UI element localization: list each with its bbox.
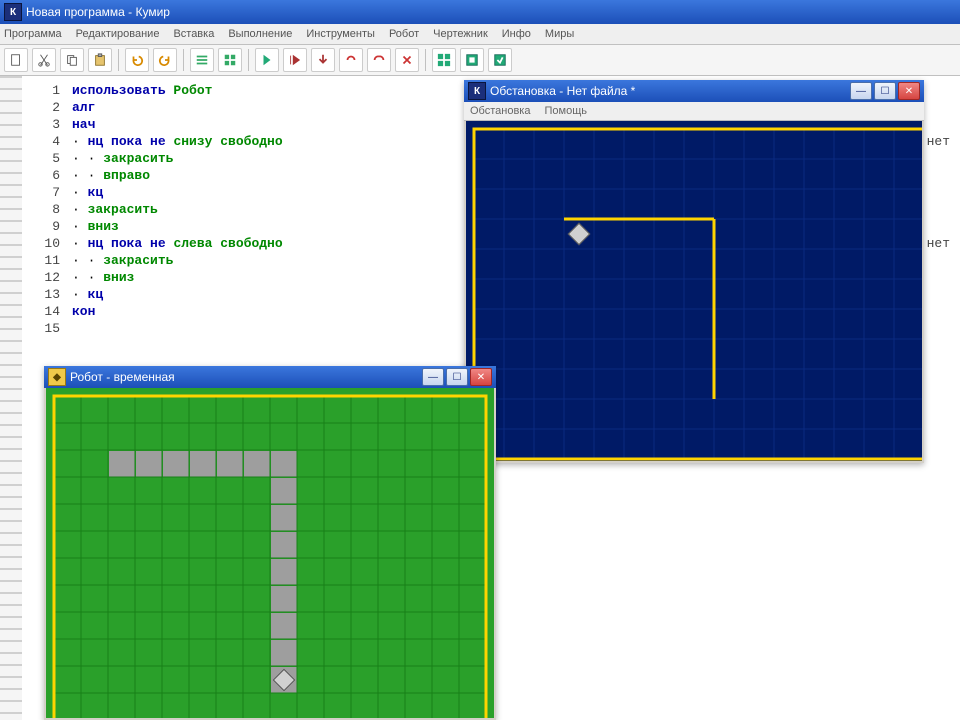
toolbar-separator [248, 49, 249, 71]
menu-item[interactable]: Редактирование [76, 28, 160, 40]
environment-window[interactable]: К Обстановка - Нет файла * — ☐ ✕ Обстано… [464, 80, 924, 463]
robot-canvas[interactable] [44, 388, 496, 720]
step-button[interactable] [283, 48, 307, 72]
main-area: 123456789101112131415 использовать Робот… [0, 76, 960, 720]
toolbar-separator [118, 49, 119, 71]
menu-item[interactable]: Выполнение [228, 28, 292, 40]
line-gutter: 123456789101112131415 [22, 82, 66, 337]
robot-grid-button[interactable] [432, 48, 456, 72]
stop-button[interactable] [395, 48, 419, 72]
main-titlebar: К Новая программа - Кумир [0, 0, 960, 24]
menu-item[interactable]: Вставка [173, 28, 214, 40]
undo-button[interactable] [125, 48, 149, 72]
minimize-button[interactable]: — [850, 82, 872, 100]
toolbar-separator [183, 49, 184, 71]
close-button[interactable]: ✕ [898, 82, 920, 100]
cut-button[interactable] [32, 48, 56, 72]
tool-btn[interactable] [218, 48, 242, 72]
paste-button[interactable] [88, 48, 112, 72]
margin-area: нетнет [927, 82, 950, 337]
env-title: Обстановка - Нет файла * [490, 84, 635, 98]
minimize-button[interactable]: — [422, 368, 444, 386]
step-into-button[interactable] [311, 48, 335, 72]
robot-app-icon: ◆ [48, 368, 66, 386]
robot-window[interactable]: ◆ Робот - временная — ☐ ✕ [44, 366, 496, 720]
main-menubar: Программа Редактирование Вставка Выполнение… [0, 24, 960, 45]
env-app-icon: К [468, 82, 486, 100]
robot-save-button[interactable] [488, 48, 512, 72]
robot-title: Робот - временная [70, 370, 175, 384]
run-button[interactable] [255, 48, 279, 72]
menu-item[interactable]: Чертежник [433, 28, 488, 40]
robot-open-button[interactable] [460, 48, 484, 72]
env-titlebar[interactable]: К Обстановка - Нет файла * — ☐ ✕ [464, 80, 924, 102]
pause-button[interactable] [367, 48, 391, 72]
main-toolbar [0, 45, 960, 76]
menu-item[interactable]: Инфо [502, 28, 531, 40]
menu-item[interactable]: Помощь [544, 105, 587, 117]
robot-titlebar[interactable]: ◆ Робот - временная — ☐ ✕ [44, 366, 496, 388]
menu-item[interactable]: Инструменты [306, 28, 375, 40]
main-title: Новая программа - Кумир [26, 5, 170, 19]
menu-item[interactable]: Обстановка [470, 105, 530, 117]
maximize-button[interactable]: ☐ [446, 368, 468, 386]
app-icon: К [4, 3, 22, 21]
env-canvas[interactable] [464, 121, 924, 463]
menu-item[interactable]: Робот [389, 28, 419, 40]
maximize-button[interactable]: ☐ [874, 82, 896, 100]
copy-button[interactable] [60, 48, 84, 72]
new-button[interactable] [4, 48, 28, 72]
pause-button[interactable] [339, 48, 363, 72]
redo-button[interactable] [153, 48, 177, 72]
code-area[interactable]: использовать Роботалгнач· нц пока не сни… [72, 82, 283, 337]
close-button[interactable]: ✕ [470, 368, 492, 386]
tool-btn[interactable] [190, 48, 214, 72]
toolbar-separator [425, 49, 426, 71]
env-menubar: Обстановка Помощь [464, 102, 924, 121]
spiral-binding [0, 76, 23, 720]
menu-item[interactable]: Программа [4, 28, 62, 40]
menu-item[interactable]: Миры [545, 28, 574, 40]
